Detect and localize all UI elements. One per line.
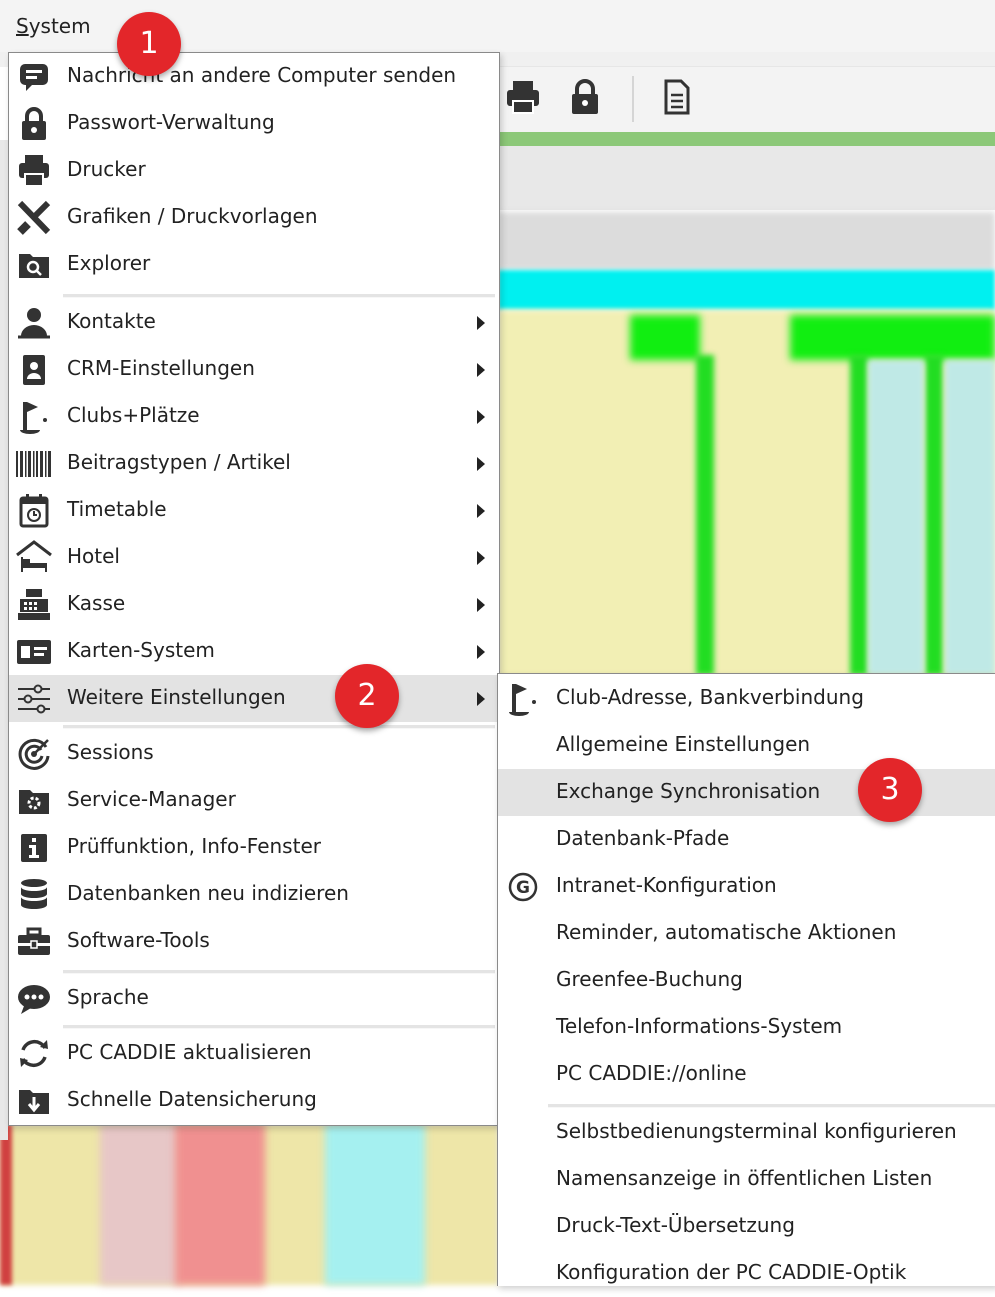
document-icon[interactable] [662, 78, 692, 121]
crm-icon [14, 351, 54, 388]
menu-separator [548, 1104, 995, 1108]
system-menu: Nachricht an andere Computer senden Pass… [8, 52, 500, 1126]
service-folder-icon [14, 782, 54, 819]
menu-separator [63, 1025, 495, 1029]
submenu-item-pc-caddie-optik[interactable]: Konfiguration der PC CADDIE-Optik [498, 1250, 995, 1297]
submenu-arrow-icon [477, 410, 485, 424]
submenu-item-namensanzeige[interactable]: Namensanzeige in öffentlichen Listen [498, 1156, 995, 1203]
menu-item-weitere-einstellungen[interactable]: Weitere Einstellungen [9, 675, 499, 722]
submenu-arrow-icon [477, 692, 485, 706]
database-icon [14, 876, 54, 913]
barcode-icon [14, 445, 54, 482]
submenu-arrow-icon [477, 598, 485, 612]
lock-icon [14, 105, 54, 142]
submenu-item-datenbank-pfade[interactable]: Datenbank-Pfade [498, 816, 995, 863]
contacts-icon [14, 304, 54, 341]
toolbox-icon [14, 923, 54, 960]
menu-separator [63, 294, 495, 298]
golf-flag-icon [14, 398, 54, 435]
message-icon [14, 58, 54, 95]
submenu-item-greenfee-buchung[interactable]: Greenfee-Buchung [498, 957, 995, 1004]
submenu-item-club-adresse[interactable]: Club-Adresse, Bankverbindung [498, 675, 995, 722]
menu-item-drucker[interactable]: Drucker [9, 147, 499, 194]
submenu-arrow-icon [477, 316, 485, 330]
lock-icon[interactable] [568, 78, 602, 121]
sessions-icon [14, 735, 54, 772]
menu-item-datenbanken-indizieren[interactable]: Datenbanken neu indizieren [9, 871, 499, 918]
menu-item-crm-einstellungen[interactable]: CRM-Einstellungen [9, 346, 499, 393]
sliders-icon [14, 680, 54, 717]
menu-item-prueffunktion[interactable]: Prüffunktion, Info-Fenster [9, 824, 499, 871]
menu-separator [63, 970, 495, 974]
explorer-icon [14, 246, 54, 283]
submenu-item-druck-text-uebersetzung[interactable]: Druck-Text-Übersetzung [498, 1203, 995, 1250]
calendar-clock-icon [14, 492, 54, 529]
golf-flag-icon [503, 680, 543, 717]
step-badge-3: 3 [858, 758, 922, 822]
submenu-arrow-icon [477, 457, 485, 471]
submenu-item-selbstbedienungsterminal[interactable]: Selbstbedienungsterminal konfigurieren [498, 1109, 995, 1156]
menu-item-sprache[interactable]: Sprache [9, 975, 499, 1022]
menu-item-passwort-verwaltung[interactable]: Passwort-Verwaltung [9, 100, 499, 147]
svg-text:G: G [516, 878, 530, 898]
menu-item-beitragstypen[interactable]: Beitragstypen / Artikel [9, 440, 499, 487]
menu-item-datensicherung[interactable]: Schnelle Datensicherung [9, 1077, 499, 1124]
submenu-arrow-icon [477, 551, 485, 565]
menu-item-software-tools[interactable]: Software-Tools [9, 918, 499, 965]
menu-item-aktualisieren[interactable]: PC CADDIE aktualisieren [9, 1030, 499, 1077]
menu-item-service-manager[interactable]: Service-Manager [9, 777, 499, 824]
menu-item-grafiken[interactable]: Grafiken / Druckvorlagen [9, 194, 499, 241]
download-folder-icon [14, 1082, 54, 1119]
step-badge-1: 1 [117, 12, 181, 76]
submenu-arrow-icon [477, 363, 485, 377]
submenu-arrow-icon [477, 504, 485, 518]
menu-system[interactable]: System [16, 14, 91, 38]
card-icon [14, 633, 54, 670]
menu-item-timetable[interactable]: Timetable [9, 487, 499, 534]
info-icon [14, 829, 54, 866]
step-badge-2: 2 [335, 664, 399, 728]
menu-item-clubs-plaetze[interactable]: Clubs+Plätze [9, 393, 499, 440]
weitere-einstellungen-submenu: Club-Adresse, Bankverbindung Allgemeine … [497, 673, 995, 1286]
menu-item-karten-system[interactable]: Karten-System [9, 628, 499, 675]
printer-icon[interactable] [504, 78, 542, 121]
menu-separator [63, 725, 495, 729]
submenu-arrow-icon [477, 645, 485, 659]
submenu-item-allgemeine-einstellungen[interactable]: Allgemeine Einstellungen [498, 722, 995, 769]
cash-register-icon [14, 586, 54, 623]
submenu-item-telefon-informations-system[interactable]: Telefon-Informations-System [498, 1004, 995, 1051]
submenu-item-intranet-konfiguration[interactable]: G Intranet-Konfiguration [498, 863, 995, 910]
menu-item-kontakte[interactable]: Kontakte [9, 299, 499, 346]
menu-item-explorer[interactable]: Explorer [9, 241, 499, 288]
speech-bubble-icon [14, 980, 54, 1017]
printer-icon [14, 152, 54, 189]
menu-item-sessions[interactable]: Sessions [9, 730, 499, 777]
submenu-item-reminder[interactable]: Reminder, automatische Aktionen [498, 910, 995, 957]
menu-item-hotel[interactable]: Hotel [9, 534, 499, 581]
refresh-icon [14, 1035, 54, 1072]
graphics-tools-icon [14, 199, 54, 236]
menu-item-kasse[interactable]: Kasse [9, 581, 499, 628]
g-circle-icon: G [503, 868, 543, 905]
submenu-item-pc-caddie-online[interactable]: PC CADDIE://online [498, 1051, 995, 1098]
menu-item-nachricht[interactable]: Nachricht an andere Computer senden [9, 53, 499, 100]
hotel-icon [14, 539, 54, 576]
